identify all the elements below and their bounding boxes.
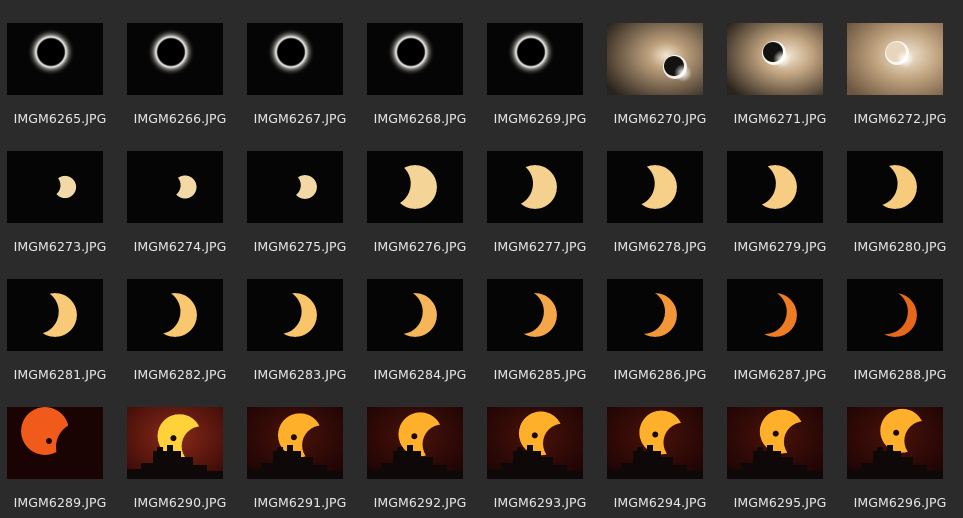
file-name-label: IMGM6273.JPG bbox=[13, 239, 107, 254]
file-item[interactable]: IMGM6266.JPG bbox=[120, 0, 240, 128]
file-item[interactable]: IMGM6279.JPG bbox=[720, 128, 840, 256]
file-name-label: IMGM6267.JPG bbox=[253, 111, 347, 126]
file-thumbnail-image bbox=[367, 23, 463, 95]
file-name-label: IMGM6277.JPG bbox=[493, 239, 587, 254]
file-item[interactable]: IMGM6291.JPG bbox=[240, 384, 360, 512]
file-thumbnail-image bbox=[127, 23, 223, 95]
file-item[interactable]: IMGM6280.JPG bbox=[840, 128, 960, 256]
file-item[interactable]: IMGM6267.JPG bbox=[240, 0, 360, 128]
file-thumbnail-image bbox=[7, 407, 103, 479]
file-thumbnail-image bbox=[607, 407, 703, 479]
file-item[interactable]: IMGM6281.JPG bbox=[0, 256, 120, 384]
file-thumbnail-image bbox=[7, 279, 103, 351]
file-item[interactable]: IMGM6271.JPG bbox=[720, 0, 840, 128]
file-name-label: IMGM6271.JPG bbox=[733, 111, 827, 126]
file-thumbnail-image bbox=[487, 23, 583, 95]
file-thumbnail-image bbox=[607, 279, 703, 351]
file-thumbnail-image bbox=[367, 151, 463, 223]
file-item[interactable]: IMGM6282.JPG bbox=[120, 256, 240, 384]
file-item[interactable]: IMGM6283.JPG bbox=[240, 256, 360, 384]
file-name-label: IMGM6266.JPG bbox=[133, 111, 227, 126]
file-thumbnail-image bbox=[607, 151, 703, 223]
file-name-label: IMGM6292.JPG bbox=[373, 495, 467, 510]
file-name-label: IMGM6288.JPG bbox=[853, 367, 947, 382]
file-item[interactable]: IMGM6276.JPG bbox=[360, 128, 480, 256]
file-item[interactable]: IMGM6278.JPG bbox=[600, 128, 720, 256]
file-item[interactable]: IMGM6287.JPG bbox=[720, 256, 840, 384]
file-thumbnail-image bbox=[7, 23, 103, 95]
file-item[interactable]: IMGM6269.JPG bbox=[480, 0, 600, 128]
file-thumbnail-image bbox=[847, 407, 943, 479]
file-thumbnail-image bbox=[847, 23, 943, 95]
file-item[interactable]: IMGM6277.JPG bbox=[480, 128, 600, 256]
file-name-label: IMGM6272.JPG bbox=[853, 111, 947, 126]
file-thumbnail-image bbox=[247, 151, 343, 223]
file-item[interactable]: IMGM6292.JPG bbox=[360, 384, 480, 512]
file-name-label: IMGM6274.JPG bbox=[133, 239, 227, 254]
file-thumbnail-image bbox=[487, 407, 583, 479]
file-thumbnail-image bbox=[727, 279, 823, 351]
file-item[interactable]: IMGM6296.JPG bbox=[840, 384, 960, 512]
file-name-label: IMGM6285.JPG bbox=[493, 367, 587, 382]
file-thumbnail-image bbox=[127, 407, 223, 479]
file-thumbnail-image bbox=[847, 151, 943, 223]
file-item[interactable]: IMGM6293.JPG bbox=[480, 384, 600, 512]
file-name-label: IMGM6289.JPG bbox=[13, 495, 107, 510]
file-name-label: IMGM6291.JPG bbox=[253, 495, 347, 510]
file-item[interactable]: IMGM6272.JPG bbox=[840, 0, 960, 128]
file-thumbnail-image bbox=[727, 23, 823, 95]
file-name-label: IMGM6283.JPG bbox=[253, 367, 347, 382]
file-item[interactable]: IMGM6274.JPG bbox=[120, 128, 240, 256]
file-name-label: IMGM6296.JPG bbox=[853, 495, 947, 510]
file-name-label: IMGM6284.JPG bbox=[373, 367, 467, 382]
file-thumbnail-image bbox=[487, 279, 583, 351]
file-thumbnail-image bbox=[607, 23, 703, 95]
file-item[interactable]: IMGM6268.JPG bbox=[360, 0, 480, 128]
file-name-label: IMGM6270.JPG bbox=[613, 111, 707, 126]
file-item[interactable]: IMGM6273.JPG bbox=[0, 128, 120, 256]
file-item[interactable]: IMGM6265.JPG bbox=[0, 0, 120, 128]
file-name-label: IMGM6281.JPG bbox=[13, 367, 107, 382]
file-item[interactable]: IMGM6286.JPG bbox=[600, 256, 720, 384]
file-name-label: IMGM6278.JPG bbox=[613, 239, 707, 254]
file-thumbnail-image bbox=[367, 407, 463, 479]
file-item[interactable]: IMGM6288.JPG bbox=[840, 256, 960, 384]
file-thumbnail-image bbox=[127, 279, 223, 351]
file-item[interactable]: IMGM6294.JPG bbox=[600, 384, 720, 512]
file-name-label: IMGM6276.JPG bbox=[373, 239, 467, 254]
file-name-label: IMGM6268.JPG bbox=[373, 111, 467, 126]
file-grid: IMGM6265.JPG IMGM6266.JPG IMGM6267.JPG IMGM… bbox=[0, 0, 963, 518]
file-item[interactable]: IMGM6285.JPG bbox=[480, 256, 600, 384]
file-name-label: IMGM6282.JPG bbox=[133, 367, 227, 382]
file-name-label: IMGM6269.JPG bbox=[493, 111, 587, 126]
file-name-label: IMGM6294.JPG bbox=[613, 495, 707, 510]
file-thumbnail-image bbox=[127, 151, 223, 223]
file-name-label: IMGM6275.JPG bbox=[253, 239, 347, 254]
file-thumbnail-image bbox=[487, 151, 583, 223]
file-name-label: IMGM6286.JPG bbox=[613, 367, 707, 382]
file-thumbnail-image bbox=[247, 23, 343, 95]
file-item[interactable]: IMGM6290.JPG bbox=[120, 384, 240, 512]
file-thumbnail-image bbox=[727, 407, 823, 479]
file-thumbnail-image bbox=[7, 151, 103, 223]
file-name-label: IMGM6290.JPG bbox=[133, 495, 227, 510]
file-name-label: IMGM6265.JPG bbox=[13, 111, 107, 126]
file-item[interactable]: IMGM6289.JPG bbox=[0, 384, 120, 512]
file-item[interactable]: IMGM6284.JPG bbox=[360, 256, 480, 384]
file-name-label: IMGM6279.JPG bbox=[733, 239, 827, 254]
file-thumbnail-image bbox=[847, 279, 943, 351]
file-thumbnail-image bbox=[247, 407, 343, 479]
file-thumbnail-image bbox=[367, 279, 463, 351]
file-item[interactable]: IMGM6295.JPG bbox=[720, 384, 840, 512]
file-name-label: IMGM6287.JPG bbox=[733, 367, 827, 382]
file-name-label: IMGM6293.JPG bbox=[493, 495, 587, 510]
file-item[interactable]: IMGM6270.JPG bbox=[600, 0, 720, 128]
file-name-label: IMGM6295.JPG bbox=[733, 495, 827, 510]
file-thumbnail-image bbox=[247, 279, 343, 351]
file-name-label: IMGM6280.JPG bbox=[853, 239, 947, 254]
file-item[interactable]: IMGM6275.JPG bbox=[240, 128, 360, 256]
file-thumbnail-image bbox=[727, 151, 823, 223]
